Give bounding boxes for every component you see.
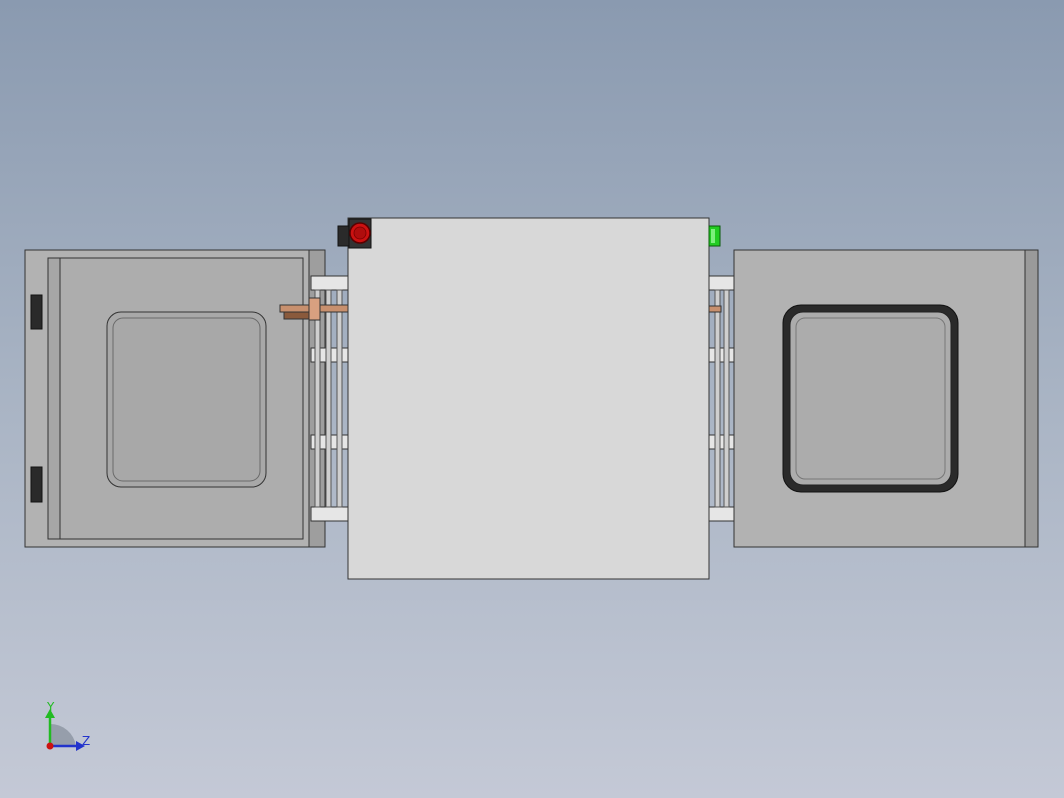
- left-door-window: [106, 311, 267, 488]
- green-indicator-light: [708, 225, 721, 247]
- z-axis-label: Z: [82, 734, 90, 748]
- left-door-handle-bottom: [30, 466, 43, 503]
- right-door-window: [789, 311, 952, 486]
- left-door[interactable]: [24, 249, 326, 548]
- right-rails: [708, 275, 736, 522]
- main-body[interactable]: [347, 217, 710, 580]
- origin-dot: [46, 742, 54, 750]
- emergency-stop-button[interactable]: [337, 218, 372, 249]
- cad-viewport[interactable]: Y Z: [0, 0, 1064, 798]
- right-door[interactable]: [733, 249, 1039, 548]
- orientation-triad: Y Z: [45, 700, 90, 751]
- y-axis-label: Y: [46, 700, 55, 714]
- left-door-handle-top: [30, 294, 43, 330]
